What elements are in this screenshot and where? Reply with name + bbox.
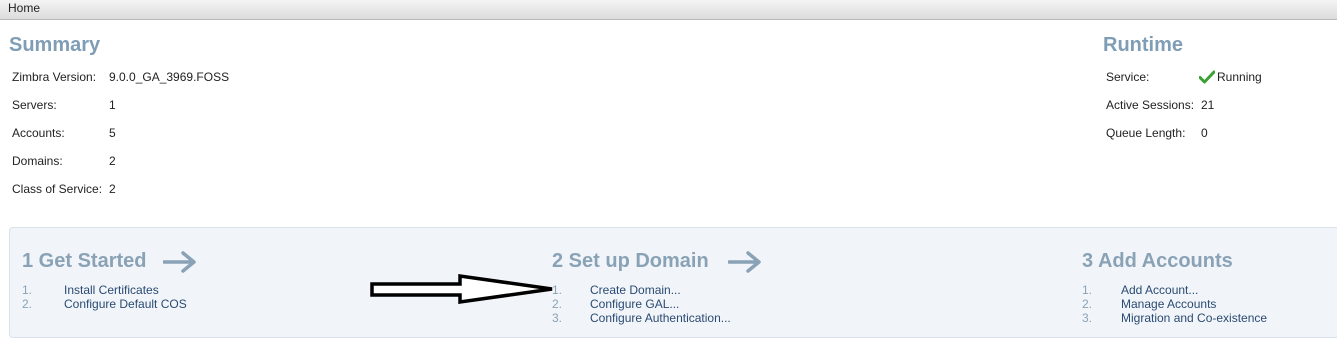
create-domain-link[interactable]: Create Domain... [590,283,681,297]
check-icon [1199,70,1215,84]
configure-default-cos-link[interactable]: Configure Default COS [64,297,187,311]
cos-value: 2 [109,182,116,196]
arrow-right-icon [163,251,196,273]
breadcrumb-home[interactable]: Home [8,1,40,15]
migration-coexistence-link[interactable]: Migration and Co-existence [1121,311,1267,325]
install-certificates-link[interactable]: Install Certificates [64,283,159,297]
step-item-number: 1. [22,283,33,297]
domains-value: 2 [109,154,116,168]
queue-length-label: Queue Length: [1106,126,1186,140]
service-label: Service: [1106,70,1150,84]
accounts-label: Accounts: [12,126,65,140]
zimbra-version-label: Zimbra Version: [12,70,97,84]
step-add-accounts-title: 3 Add Accounts [1082,250,1233,272]
domains-label: Domains: [12,154,63,168]
step-set-up-domain-title: 2 Set up Domain [552,250,709,272]
annotation-arrow-icon [370,273,553,305]
step-item-number: 2. [22,297,33,311]
arrow-right-icon [728,251,761,273]
step-item-number: 3. [1082,311,1093,325]
summary-title: Summary [9,34,101,56]
active-sessions-value: 21 [1201,98,1215,112]
servers-value: 1 [109,98,116,112]
manage-accounts-link[interactable]: Manage Accounts [1121,297,1216,311]
step-get-started-title: 1 Get Started [22,250,147,272]
queue-length-value: 0 [1201,126,1208,140]
configure-gal-link[interactable]: Configure GAL... [590,297,679,311]
zimbra-version-value: 9.0.0_GA_3969.FOSS [109,70,230,84]
service-status-value: Running [1217,70,1262,84]
step-item-number: 2. [1082,297,1093,311]
configure-authentication-link[interactable]: Configure Authentication... [590,311,731,325]
add-account-link[interactable]: Add Account... [1121,283,1198,297]
top-toolbar: Home [0,0,1337,20]
step-item-number: 3. [552,311,563,325]
runtime-title: Runtime [1103,34,1183,56]
accounts-value: 5 [109,126,116,140]
servers-label: Servers: [12,98,57,112]
cos-label: Class of Service: [12,182,103,196]
active-sessions-label: Active Sessions: [1106,98,1195,112]
step-item-number: 1. [1082,283,1093,297]
